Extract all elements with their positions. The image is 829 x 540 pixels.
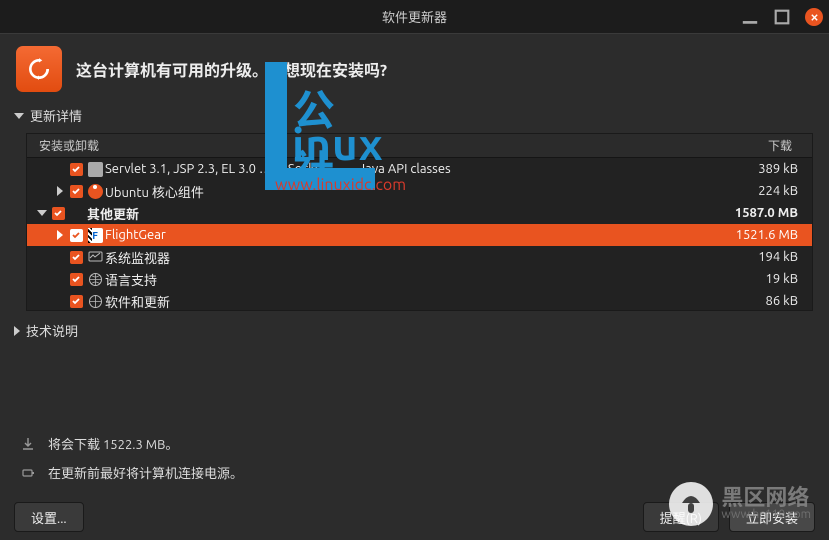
remind-button[interactable]: 提醒(R) xyxy=(643,502,719,532)
package-icon xyxy=(88,162,103,177)
item-label: FlightGear xyxy=(105,228,722,242)
item-size: 86 kB xyxy=(722,294,812,308)
list-item[interactable]: 语言支持 19 kB xyxy=(27,268,812,290)
maximize-button[interactable] xyxy=(773,8,791,26)
chevron-right-icon xyxy=(57,186,63,196)
chevron-down-icon xyxy=(14,113,24,119)
item-size: 1521.6 MB xyxy=(722,228,812,242)
globe-icon xyxy=(88,272,103,287)
window-title: 软件更新器 xyxy=(382,7,447,26)
header: 这台计算机有可用的升级。你想现在安装吗? xyxy=(0,34,829,102)
item-size: 389 kB xyxy=(722,162,812,176)
battery-icon xyxy=(20,466,36,480)
footer-info: 将会下载 1522.3 MB。 在更新前最好将计算机连接电源。 xyxy=(0,424,829,494)
item-label: 系统监视器 xyxy=(105,248,722,267)
item-label: Servlet 3.1, JSP 2.3, EL 3.0 …… Socket …… xyxy=(105,162,722,176)
details-expander[interactable]: 更新详情 xyxy=(0,102,829,129)
item-label: 语言支持 xyxy=(105,270,722,289)
list-item-selected[interactable]: F FlightGear 1521.6 MB xyxy=(27,224,812,246)
power-line: 在更新前最好将计算机连接电源。 xyxy=(20,463,809,482)
col-install[interactable]: 安装或卸载 xyxy=(27,137,722,154)
checkbox[interactable] xyxy=(70,273,83,286)
updater-icon xyxy=(16,46,62,92)
settings-label: 设置... xyxy=(31,508,67,527)
checkbox[interactable] xyxy=(70,295,83,308)
flightgear-icon: F xyxy=(88,228,103,243)
chevron-down-icon xyxy=(37,210,47,216)
download-size-text: 将会下载 1522.3 MB。 xyxy=(48,434,178,453)
item-label: 软件和更新 xyxy=(105,292,722,311)
list-item[interactable]: 软件和更新 86 kB xyxy=(27,290,812,311)
ubuntu-icon xyxy=(88,184,103,199)
item-size: 194 kB xyxy=(722,250,812,264)
update-list: 安装或卸载 下载 Servlet 3.1, JSP 2.3, EL 3.0 ……… xyxy=(26,133,813,311)
list-body[interactable]: Servlet 3.1, JSP 2.3, EL 3.0 …… Socket …… xyxy=(27,158,812,311)
group-size: 1587.0 MB xyxy=(722,206,812,220)
remind-label: 提醒(R) xyxy=(660,508,702,527)
close-button[interactable] xyxy=(805,8,823,26)
col-download[interactable]: 下载 xyxy=(722,137,812,154)
item-size: 19 kB xyxy=(722,272,812,286)
install-label: 立即安装 xyxy=(746,508,798,527)
item-size: 224 kB xyxy=(722,184,812,198)
settings-button[interactable]: 设置... xyxy=(14,502,84,532)
checkbox[interactable] xyxy=(70,163,83,176)
monitor-icon xyxy=(88,250,103,265)
download-icon xyxy=(20,437,36,451)
list-item[interactable]: Ubuntu 核心组件 224 kB xyxy=(27,180,812,202)
tech-label: 技术说明 xyxy=(26,321,78,340)
list-item[interactable]: Servlet 3.1, JSP 2.3, EL 3.0 …… Socket …… xyxy=(27,158,812,180)
bottom-bar: 设置... 提醒(R) 立即安装 xyxy=(0,494,829,540)
globe-icon xyxy=(88,294,103,309)
item-label: Ubuntu 核心组件 xyxy=(105,182,722,201)
checkbox[interactable] xyxy=(70,185,83,198)
checkbox[interactable] xyxy=(70,251,83,264)
header-text: 这台计算机有可用的升级。你想现在安装吗? xyxy=(76,57,387,81)
chevron-right-icon xyxy=(57,230,63,240)
power-text: 在更新前最好将计算机连接电源。 xyxy=(48,463,243,482)
list-group[interactable]: 其他更新 1587.0 MB xyxy=(27,202,812,224)
list-item[interactable]: 系统监视器 194 kB xyxy=(27,246,812,268)
list-header: 安装或卸载 下载 xyxy=(27,134,812,158)
chevron-right-icon xyxy=(14,326,20,336)
details-label: 更新详情 xyxy=(30,106,82,125)
tech-expander[interactable]: 技术说明 xyxy=(0,317,829,344)
checkbox[interactable] xyxy=(52,207,65,220)
titlebar: 软件更新器 xyxy=(0,0,829,34)
minimize-button[interactable] xyxy=(741,8,759,26)
download-size-line: 将会下载 1522.3 MB。 xyxy=(20,434,809,453)
window-controls xyxy=(741,0,823,34)
install-button[interactable]: 立即安装 xyxy=(729,502,815,532)
group-label: 其他更新 xyxy=(87,204,722,223)
checkbox[interactable] xyxy=(70,229,83,242)
